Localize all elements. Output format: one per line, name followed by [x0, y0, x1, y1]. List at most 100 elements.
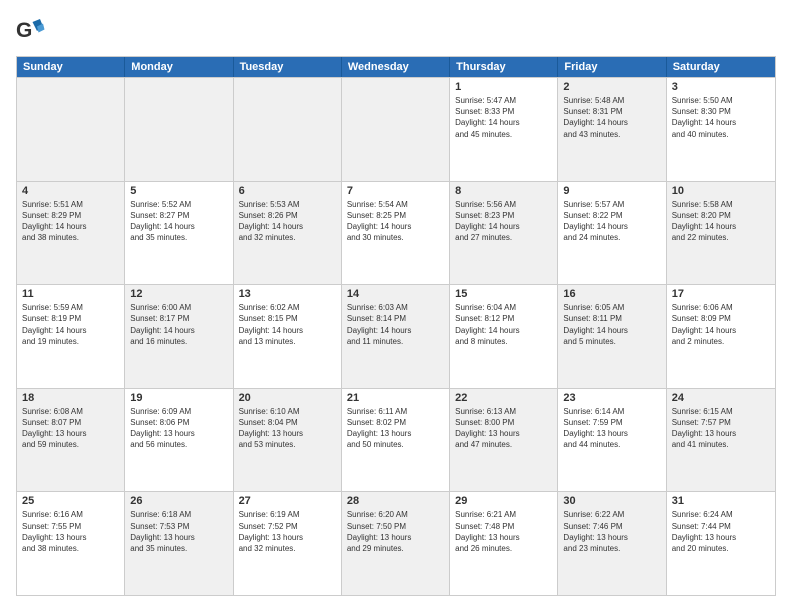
day-info: Sunrise: 5:58 AM Sunset: 8:20 PM Dayligh…: [672, 199, 770, 244]
calendar-cell: 21 Sunrise: 6:11 AM Sunset: 8:02 PM Dayli…: [342, 389, 450, 492]
calendar-cell: 14Sunrise: 6:03 AM Sunset: 8:14 PM Dayli…: [342, 285, 450, 388]
day-number: 24: [672, 392, 770, 404]
day-number: 23: [563, 392, 660, 404]
calendar-cell: [234, 78, 342, 181]
day-number: 29: [455, 495, 552, 507]
day-info: Sunrise: 6:03 AM Sunset: 8:14 PM Dayligh…: [347, 302, 444, 347]
day-info: Sunrise: 6:00 AM Sunset: 8:17 PM Dayligh…: [130, 302, 227, 347]
calendar-cell: 28 Sunrise: 6:20 AM Sunset: 7:50 PM Dayli…: [342, 492, 450, 595]
weekday-header: Wednesday: [342, 57, 450, 77]
calendar-cell: 24 Sunrise: 6:15 AM Sunset: 7:57 PM Dayli…: [667, 389, 775, 492]
day-info: Sunrise: 5:50 AM Sunset: 8:30 PM Dayligh…: [672, 95, 770, 140]
day-number: 19: [130, 392, 227, 404]
day-info: Sunrise: 6:02 AM Sunset: 8:15 PM Dayligh…: [239, 302, 336, 347]
calendar-cell: 1 Sunrise: 5:47 AM Sunset: 8:33 PM Daylig…: [450, 78, 558, 181]
day-number: 28: [347, 495, 444, 507]
day-info: Sunrise: 5:51 AM Sunset: 8:29 PM Dayligh…: [22, 199, 119, 244]
day-number: 16: [563, 288, 660, 300]
weekday-header: Friday: [558, 57, 666, 77]
day-info: Sunrise: 6:24 AM Sunset: 7:44 PM Dayligh…: [672, 509, 770, 554]
day-number: 17: [672, 288, 770, 300]
day-info: Sunrise: 6:19 AM Sunset: 7:52 PM Dayligh…: [239, 509, 336, 554]
calendar-cell: 13 Sunrise: 6:02 AM Sunset: 8:15 PM Dayli…: [234, 285, 342, 388]
day-number: 26: [130, 495, 227, 507]
day-number: 11: [22, 288, 119, 300]
day-info: Sunrise: 6:21 AM Sunset: 7:48 PM Dayligh…: [455, 509, 552, 554]
calendar-cell: 8 Sunrise: 5:56 AM Sunset: 8:23 PM Daylig…: [450, 182, 558, 285]
day-info: Sunrise: 5:54 AM Sunset: 8:25 PM Dayligh…: [347, 199, 444, 244]
day-number: 2: [563, 81, 660, 93]
day-info: Sunrise: 6:09 AM Sunset: 8:06 PM Dayligh…: [130, 406, 227, 451]
day-info: Sunrise: 6:18 AM Sunset: 7:53 PM Dayligh…: [130, 509, 227, 554]
calendar-cell: 27 Sunrise: 6:19 AM Sunset: 7:52 PM Dayli…: [234, 492, 342, 595]
day-number: 20: [239, 392, 336, 404]
day-number: 13: [239, 288, 336, 300]
calendar-cell: 23 Sunrise: 6:14 AM Sunset: 7:59 PM Dayli…: [558, 389, 666, 492]
header: G: [16, 16, 776, 46]
calendar-cell: 12Sunrise: 6:00 AM Sunset: 8:17 PM Dayli…: [125, 285, 233, 388]
calendar-cell: 6 Sunrise: 5:53 AM Sunset: 8:26 PM Daylig…: [234, 182, 342, 285]
day-number: 15: [455, 288, 552, 300]
weekday-header: Tuesday: [234, 57, 342, 77]
calendar-cell: 3 Sunrise: 5:50 AM Sunset: 8:30 PM Daylig…: [667, 78, 775, 181]
calendar-cell: 30 Sunrise: 6:22 AM Sunset: 7:46 PM Dayli…: [558, 492, 666, 595]
calendar-cell: 17Sunrise: 6:06 AM Sunset: 8:09 PM Dayli…: [667, 285, 775, 388]
day-info: Sunrise: 6:20 AM Sunset: 7:50 PM Dayligh…: [347, 509, 444, 554]
calendar-cell: 5 Sunrise: 5:52 AM Sunset: 8:27 PM Daylig…: [125, 182, 233, 285]
calendar-cell: 18 Sunrise: 6:08 AM Sunset: 8:07 PM Dayli…: [17, 389, 125, 492]
day-info: Sunrise: 6:16 AM Sunset: 7:55 PM Dayligh…: [22, 509, 119, 554]
day-info: Sunrise: 5:48 AM Sunset: 8:31 PM Dayligh…: [563, 95, 660, 140]
calendar-row: 4 Sunrise: 5:51 AM Sunset: 8:29 PM Daylig…: [17, 181, 775, 285]
calendar-cell: 11 Sunrise: 5:59 AM Sunset: 8:19 PM Dayli…: [17, 285, 125, 388]
day-number: 4: [22, 185, 119, 197]
calendar-cell: 4 Sunrise: 5:51 AM Sunset: 8:29 PM Daylig…: [17, 182, 125, 285]
day-number: 21: [347, 392, 444, 404]
day-info: Sunrise: 5:57 AM Sunset: 8:22 PM Dayligh…: [563, 199, 660, 244]
calendar-header: SundayMondayTuesdayWednesdayThursdayFrid…: [17, 57, 775, 77]
day-info: Sunrise: 6:08 AM Sunset: 8:07 PM Dayligh…: [22, 406, 119, 451]
calendar: SundayMondayTuesdayWednesdayThursdayFrid…: [16, 56, 776, 596]
calendar-row: 1 Sunrise: 5:47 AM Sunset: 8:33 PM Daylig…: [17, 77, 775, 181]
day-info: Sunrise: 6:11 AM Sunset: 8:02 PM Dayligh…: [347, 406, 444, 451]
day-info: Sunrise: 5:52 AM Sunset: 8:27 PM Dayligh…: [130, 199, 227, 244]
calendar-cell: 16 Sunrise: 6:05 AM Sunset: 8:11 PM Dayli…: [558, 285, 666, 388]
weekday-header: Monday: [125, 57, 233, 77]
calendar-cell: 19 Sunrise: 6:09 AM Sunset: 8:06 PM Dayli…: [125, 389, 233, 492]
day-info: Sunrise: 5:56 AM Sunset: 8:23 PM Dayligh…: [455, 199, 552, 244]
calendar-cell: 9 Sunrise: 5:57 AM Sunset: 8:22 PM Daylig…: [558, 182, 666, 285]
day-info: Sunrise: 5:53 AM Sunset: 8:26 PM Dayligh…: [239, 199, 336, 244]
calendar-cell: 22Sunrise: 6:13 AM Sunset: 8:00 PM Dayli…: [450, 389, 558, 492]
logo-icon: G: [16, 16, 46, 46]
day-number: 1: [455, 81, 552, 93]
day-info: Sunrise: 5:47 AM Sunset: 8:33 PM Dayligh…: [455, 95, 552, 140]
day-info: Sunrise: 5:59 AM Sunset: 8:19 PM Dayligh…: [22, 302, 119, 347]
day-info: Sunrise: 6:22 AM Sunset: 7:46 PM Dayligh…: [563, 509, 660, 554]
calendar-row: 11 Sunrise: 5:59 AM Sunset: 8:19 PM Dayli…: [17, 284, 775, 388]
calendar-cell: [17, 78, 125, 181]
day-number: 7: [347, 185, 444, 197]
day-number: 25: [22, 495, 119, 507]
day-number: 8: [455, 185, 552, 197]
day-info: Sunrise: 6:15 AM Sunset: 7:57 PM Dayligh…: [672, 406, 770, 451]
day-info: Sunrise: 6:05 AM Sunset: 8:11 PM Dayligh…: [563, 302, 660, 347]
page: G SundayMondayTuesdayWednesdayThursdayFr…: [0, 0, 792, 612]
weekday-header: Sunday: [17, 57, 125, 77]
day-number: 3: [672, 81, 770, 93]
day-number: 30: [563, 495, 660, 507]
day-number: 27: [239, 495, 336, 507]
svg-text:G: G: [16, 19, 32, 42]
calendar-row: 18 Sunrise: 6:08 AM Sunset: 8:07 PM Dayli…: [17, 388, 775, 492]
day-number: 9: [563, 185, 660, 197]
day-info: Sunrise: 6:14 AM Sunset: 7:59 PM Dayligh…: [563, 406, 660, 451]
day-number: 6: [239, 185, 336, 197]
day-number: 5: [130, 185, 227, 197]
day-info: Sunrise: 6:10 AM Sunset: 8:04 PM Dayligh…: [239, 406, 336, 451]
day-number: 18: [22, 392, 119, 404]
calendar-cell: 15Sunrise: 6:04 AM Sunset: 8:12 PM Dayli…: [450, 285, 558, 388]
calendar-cell: [125, 78, 233, 181]
calendar-cell: 26 Sunrise: 6:18 AM Sunset: 7:53 PM Dayli…: [125, 492, 233, 595]
calendar-cell: 29 Sunrise: 6:21 AM Sunset: 7:48 PM Dayli…: [450, 492, 558, 595]
calendar-row: 25 Sunrise: 6:16 AM Sunset: 7:55 PM Dayli…: [17, 491, 775, 595]
calendar-cell: 2 Sunrise: 5:48 AM Sunset: 8:31 PM Daylig…: [558, 78, 666, 181]
calendar-cell: [342, 78, 450, 181]
